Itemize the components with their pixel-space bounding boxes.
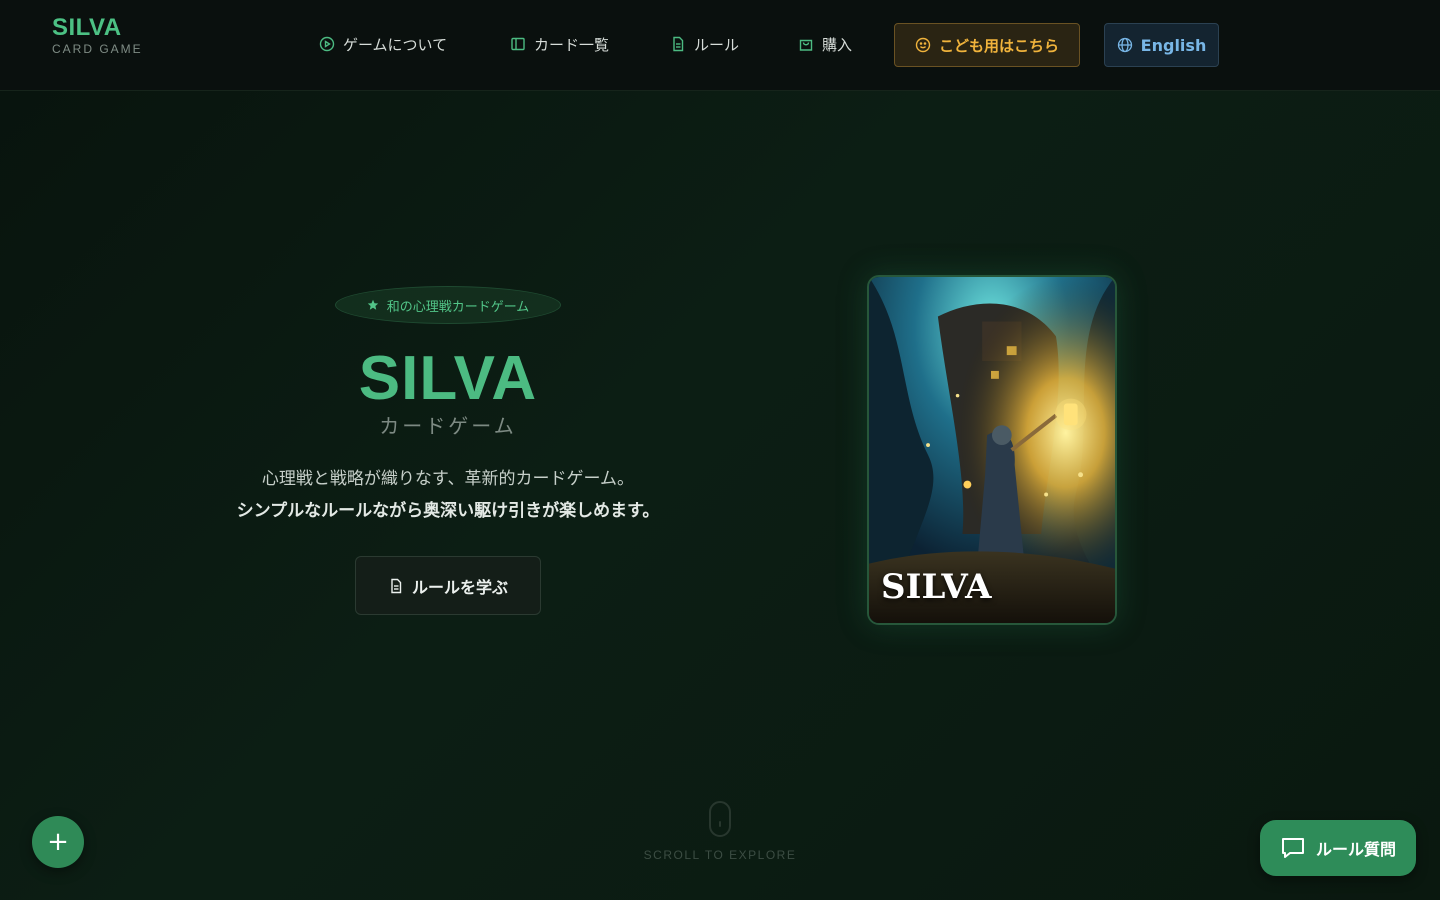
site-header: SILVA CARD GAME ゲームについて カード一覧 ルール 購入 こども…: [0, 0, 1440, 91]
nav-item-label: 購入: [822, 35, 853, 54]
smile-icon: [915, 37, 931, 53]
rules-question-label: ルール質問: [1315, 840, 1396, 859]
rules-question-chat-button[interactable]: ルール質問: [1260, 820, 1416, 876]
hero-description-line1: 心理戦と戦略が織りなす、革新的カードゲーム。: [261, 469, 635, 489]
featured-card-image: SILVA: [867, 275, 1117, 625]
nav-item-label: ゲームについて: [343, 35, 448, 54]
language-switch-button[interactable]: English: [1104, 23, 1219, 67]
document-icon: [673, 36, 684, 52]
nav-item-purchase[interactable]: 購入: [798, 32, 852, 56]
nav-item-rules[interactable]: ルール: [670, 32, 739, 56]
hero-badge: 和の心理戦カードゲーム: [335, 286, 561, 324]
shopping-bag-icon: [799, 39, 813, 51]
brand-logo[interactable]: SILVA CARD GAME: [52, 14, 143, 56]
globe-icon: [1117, 37, 1132, 53]
nav-item-label: ルール: [694, 35, 740, 54]
hero-title: SILVA: [358, 344, 538, 413]
learn-rules-button[interactable]: ルールを学ぶ: [355, 556, 541, 615]
scroll-hint: SCROLL TO EXPLORE: [643, 848, 797, 862]
card-title: SILVA: [881, 567, 992, 607]
hero-badge-label: 和の心理戦カードゲーム: [386, 299, 530, 315]
sidebar-panel-icon: [511, 37, 525, 51]
nav-item-about[interactable]: ゲームについて: [319, 32, 447, 56]
language-label: English: [1140, 35, 1207, 55]
chat-bubble-icon: [1281, 838, 1304, 858]
brand-title: SILVA: [52, 14, 122, 41]
play-circle-icon: [319, 36, 335, 52]
kids-version-button[interactable]: こども用はこちら: [894, 23, 1080, 67]
nav-item-label: カード一覧: [534, 35, 610, 54]
hero-subtitle: カードゲーム: [379, 414, 517, 438]
nav-item-cards[interactable]: カード一覧: [510, 32, 609, 56]
add-fab-button[interactable]: +: [32, 816, 84, 868]
learn-rules-label: ルールを学ぶ: [411, 577, 508, 597]
plus-icon: +: [47, 827, 69, 857]
star-icon: [367, 299, 378, 310]
document-icon: [391, 578, 402, 593]
scroll-mouse-icon: [709, 801, 731, 837]
kids-version-label: こども用はこちら: [938, 36, 1059, 55]
brand-subtitle: CARD GAME: [52, 42, 143, 56]
hero-description-line2: シンプルなルールながら奥深い駆け引きが楽しめます。: [236, 501, 660, 521]
